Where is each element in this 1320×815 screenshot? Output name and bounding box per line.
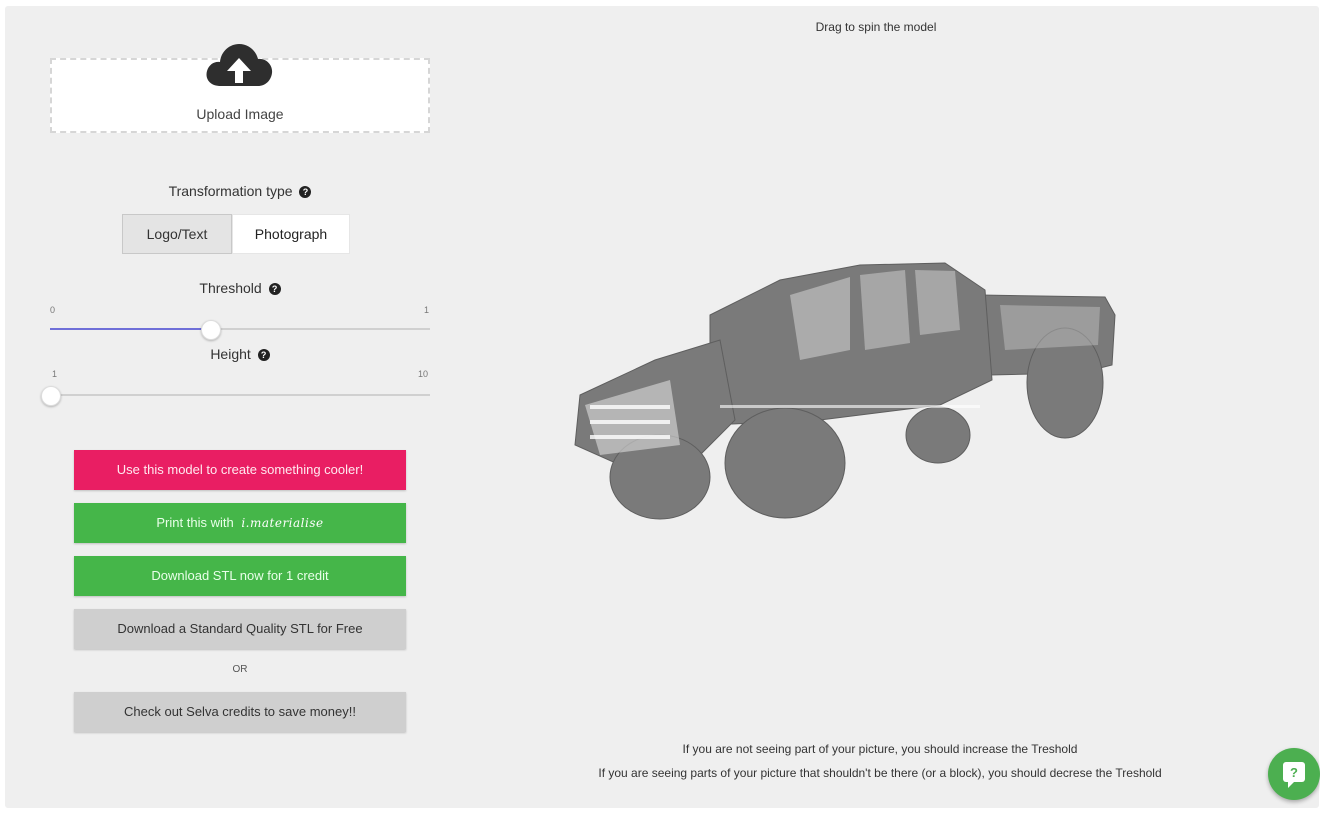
or-separator: OR (232, 664, 248, 675)
cloud-upload-icon (206, 44, 273, 86)
threshold-slider[interactable] (50, 328, 430, 330)
height-min: 1 (52, 369, 58, 379)
transformation-type-label: Transformation type ? (50, 183, 430, 199)
height-slider-thumb[interactable] (41, 386, 61, 406)
threshold-min: 0 (50, 305, 56, 315)
height-text: Height (210, 346, 251, 362)
print-button-label: Print this with (156, 515, 234, 530)
height-slider[interactable] (50, 394, 430, 396)
chat-help-button[interactable]: ? (1268, 748, 1320, 800)
create-something-cooler-button[interactable]: Use this model to create something coole… (74, 450, 406, 490)
photograph-option[interactable]: Photograph (232, 214, 350, 254)
download-stl-credit-button[interactable]: Download STL now for 1 credit (74, 556, 406, 596)
threshold-max: 1 (424, 305, 430, 315)
svg-text:?: ? (1290, 765, 1298, 780)
height-max: 10 (418, 369, 429, 379)
transformation-type-text: Transformation type (168, 183, 293, 199)
print-with-imaterialise-button[interactable]: Print this with i.materialise (74, 503, 406, 543)
height-label: Height ? (50, 346, 430, 362)
download-free-stl-button[interactable]: Download a Standard Quality STL for Free (74, 609, 406, 649)
3d-model-viewer[interactable] (560, 255, 1130, 530)
threshold-slider-fill (50, 328, 210, 330)
decrease-threshold-tip: If you are seeing parts of your picture … (598, 766, 1162, 780)
upload-label: Upload Image (196, 106, 284, 122)
logo-text-option[interactable]: Logo/Text (122, 214, 232, 254)
imaterialise-logo: i.materialise (241, 516, 324, 530)
help-icon[interactable]: ? (257, 349, 270, 362)
help-icon[interactable]: ? (299, 186, 312, 199)
threshold-slider-thumb[interactable] (200, 320, 221, 340)
threshold-label: Threshold ? (50, 280, 430, 296)
help-icon[interactable]: ? (268, 283, 281, 296)
drag-to-spin-hint: Drag to spin the model (815, 20, 937, 34)
selva-credits-button[interactable]: Check out Selva credits to save money!! (74, 692, 406, 732)
threshold-text: Threshold (199, 280, 262, 296)
help-chat-icon: ? (1283, 762, 1305, 788)
increase-threshold-tip: If you are not seeing part of your pictu… (682, 742, 1078, 756)
